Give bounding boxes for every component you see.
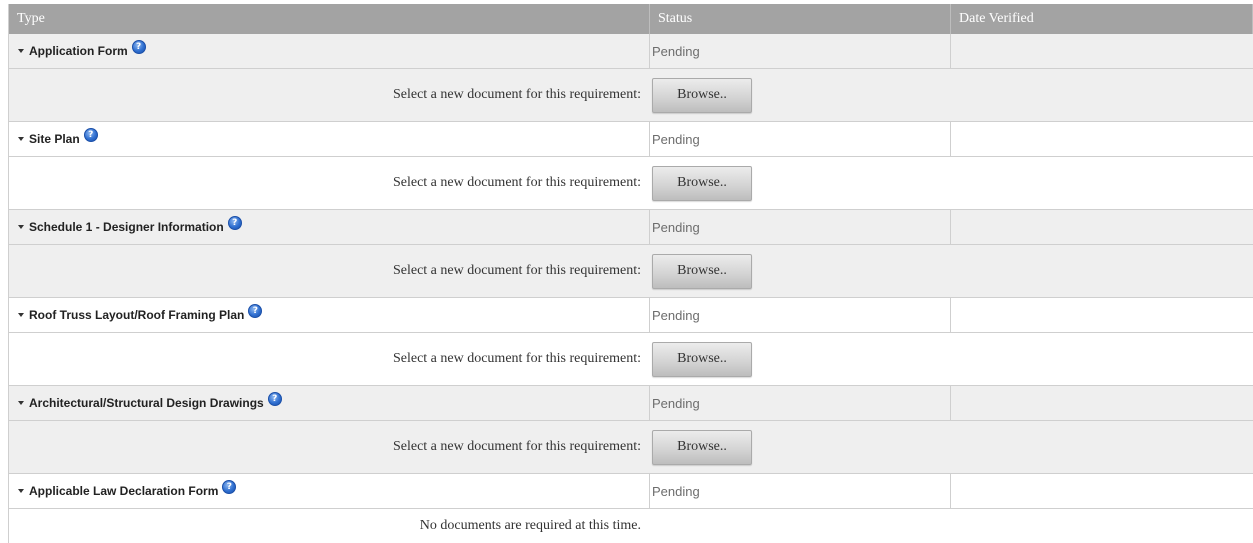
upload-prompt: Select a new document for this requireme… [392, 263, 641, 278]
requirement-name: Roof Truss Layout/Roof Framing Plan [29, 308, 245, 322]
help-icon[interactable]: ? [227, 216, 242, 230]
browse-button[interactable]: Browse.. [652, 429, 752, 465]
upload-prompt: Select a new document for this requireme… [392, 439, 641, 454]
requirement-date-verified [951, 210, 1253, 244]
requirement-type-cell[interactable]: Application Form ? [9, 34, 650, 68]
requirement-type-cell[interactable]: Applicable Law Declaration Form ? [9, 474, 650, 508]
header-date-verified[interactable]: Date Verified [951, 4, 1253, 34]
requirement-row[interactable]: Site Plan ? Pending [9, 122, 1253, 157]
upload-row: Select a new document for this requireme… [9, 245, 1253, 298]
requirement-status: Pending [650, 386, 951, 420]
upload-row: Select a new document for this requireme… [9, 69, 1253, 122]
caret-down-icon[interactable] [18, 225, 24, 229]
upload-prompt: Select a new document for this requireme… [392, 87, 641, 102]
requirement-date-verified [951, 474, 1253, 508]
upload-row: Select a new document for this requireme… [9, 333, 1253, 386]
requirement-type-cell[interactable]: Roof Truss Layout/Roof Framing Plan ? [9, 298, 650, 332]
empty-message: No documents are required at this time. [419, 518, 641, 533]
empty-documents-row: No documents are required at this time. [9, 509, 1253, 543]
requirement-name: Application Form [29, 44, 128, 58]
requirement-type-cell[interactable]: Site Plan ? [9, 122, 650, 156]
upload-prompt: Select a new document for this requireme… [392, 175, 641, 190]
requirements-table: Type Status Date Verified Application Fo… [8, 4, 1253, 543]
requirement-status: Pending [650, 210, 951, 244]
browse-button[interactable]: Browse.. [652, 165, 752, 201]
browse-button[interactable]: Browse.. [652, 77, 752, 113]
help-icon[interactable]: ? [131, 40, 146, 54]
requirement-status: Pending [650, 298, 951, 332]
caret-down-icon[interactable] [18, 49, 24, 53]
browse-button[interactable]: Browse.. [652, 341, 752, 377]
requirement-date-verified [951, 298, 1253, 332]
requirement-date-verified [951, 34, 1253, 68]
requirement-date-verified [951, 122, 1253, 156]
caret-down-icon[interactable] [18, 401, 24, 405]
help-icon[interactable]: ? [248, 304, 263, 318]
help-icon[interactable]: ? [83, 128, 98, 142]
upload-row: Select a new document for this requireme… [9, 421, 1253, 474]
requirement-type-cell[interactable]: Schedule 1 - Designer Information ? [9, 210, 650, 244]
requirement-name: Schedule 1 - Designer Information [29, 220, 224, 234]
requirement-status: Pending [650, 34, 951, 68]
requirement-row[interactable]: Application Form ? Pending [9, 34, 1253, 69]
help-icon[interactable]: ? [222, 480, 237, 494]
help-icon[interactable]: ? [267, 392, 282, 406]
caret-down-icon[interactable] [18, 489, 24, 493]
requirement-row[interactable]: Roof Truss Layout/Roof Framing Plan ? Pe… [9, 298, 1253, 333]
requirement-name: Architectural/Structural Design Drawings [29, 396, 264, 410]
table-header: Type Status Date Verified [9, 4, 1253, 34]
header-type[interactable]: Type [9, 4, 650, 34]
caret-down-icon[interactable] [18, 137, 24, 141]
requirement-row[interactable]: Schedule 1 - Designer Information ? Pend… [9, 210, 1253, 245]
caret-down-icon[interactable] [18, 313, 24, 317]
upload-prompt: Select a new document for this requireme… [392, 351, 641, 366]
requirement-name: Applicable Law Declaration Form [29, 484, 219, 498]
header-status[interactable]: Status [650, 4, 951, 34]
requirement-row[interactable]: Architectural/Structural Design Drawings… [9, 386, 1253, 421]
requirement-row[interactable]: Applicable Law Declaration Form ? Pendin… [9, 474, 1253, 509]
requirement-date-verified [951, 386, 1253, 420]
requirement-status: Pending [650, 474, 951, 508]
requirement-status: Pending [650, 122, 951, 156]
upload-row: Select a new document for this requireme… [9, 157, 1253, 210]
requirement-type-cell[interactable]: Architectural/Structural Design Drawings… [9, 386, 650, 420]
browse-button[interactable]: Browse.. [652, 253, 752, 289]
requirement-name: Site Plan [29, 132, 80, 146]
